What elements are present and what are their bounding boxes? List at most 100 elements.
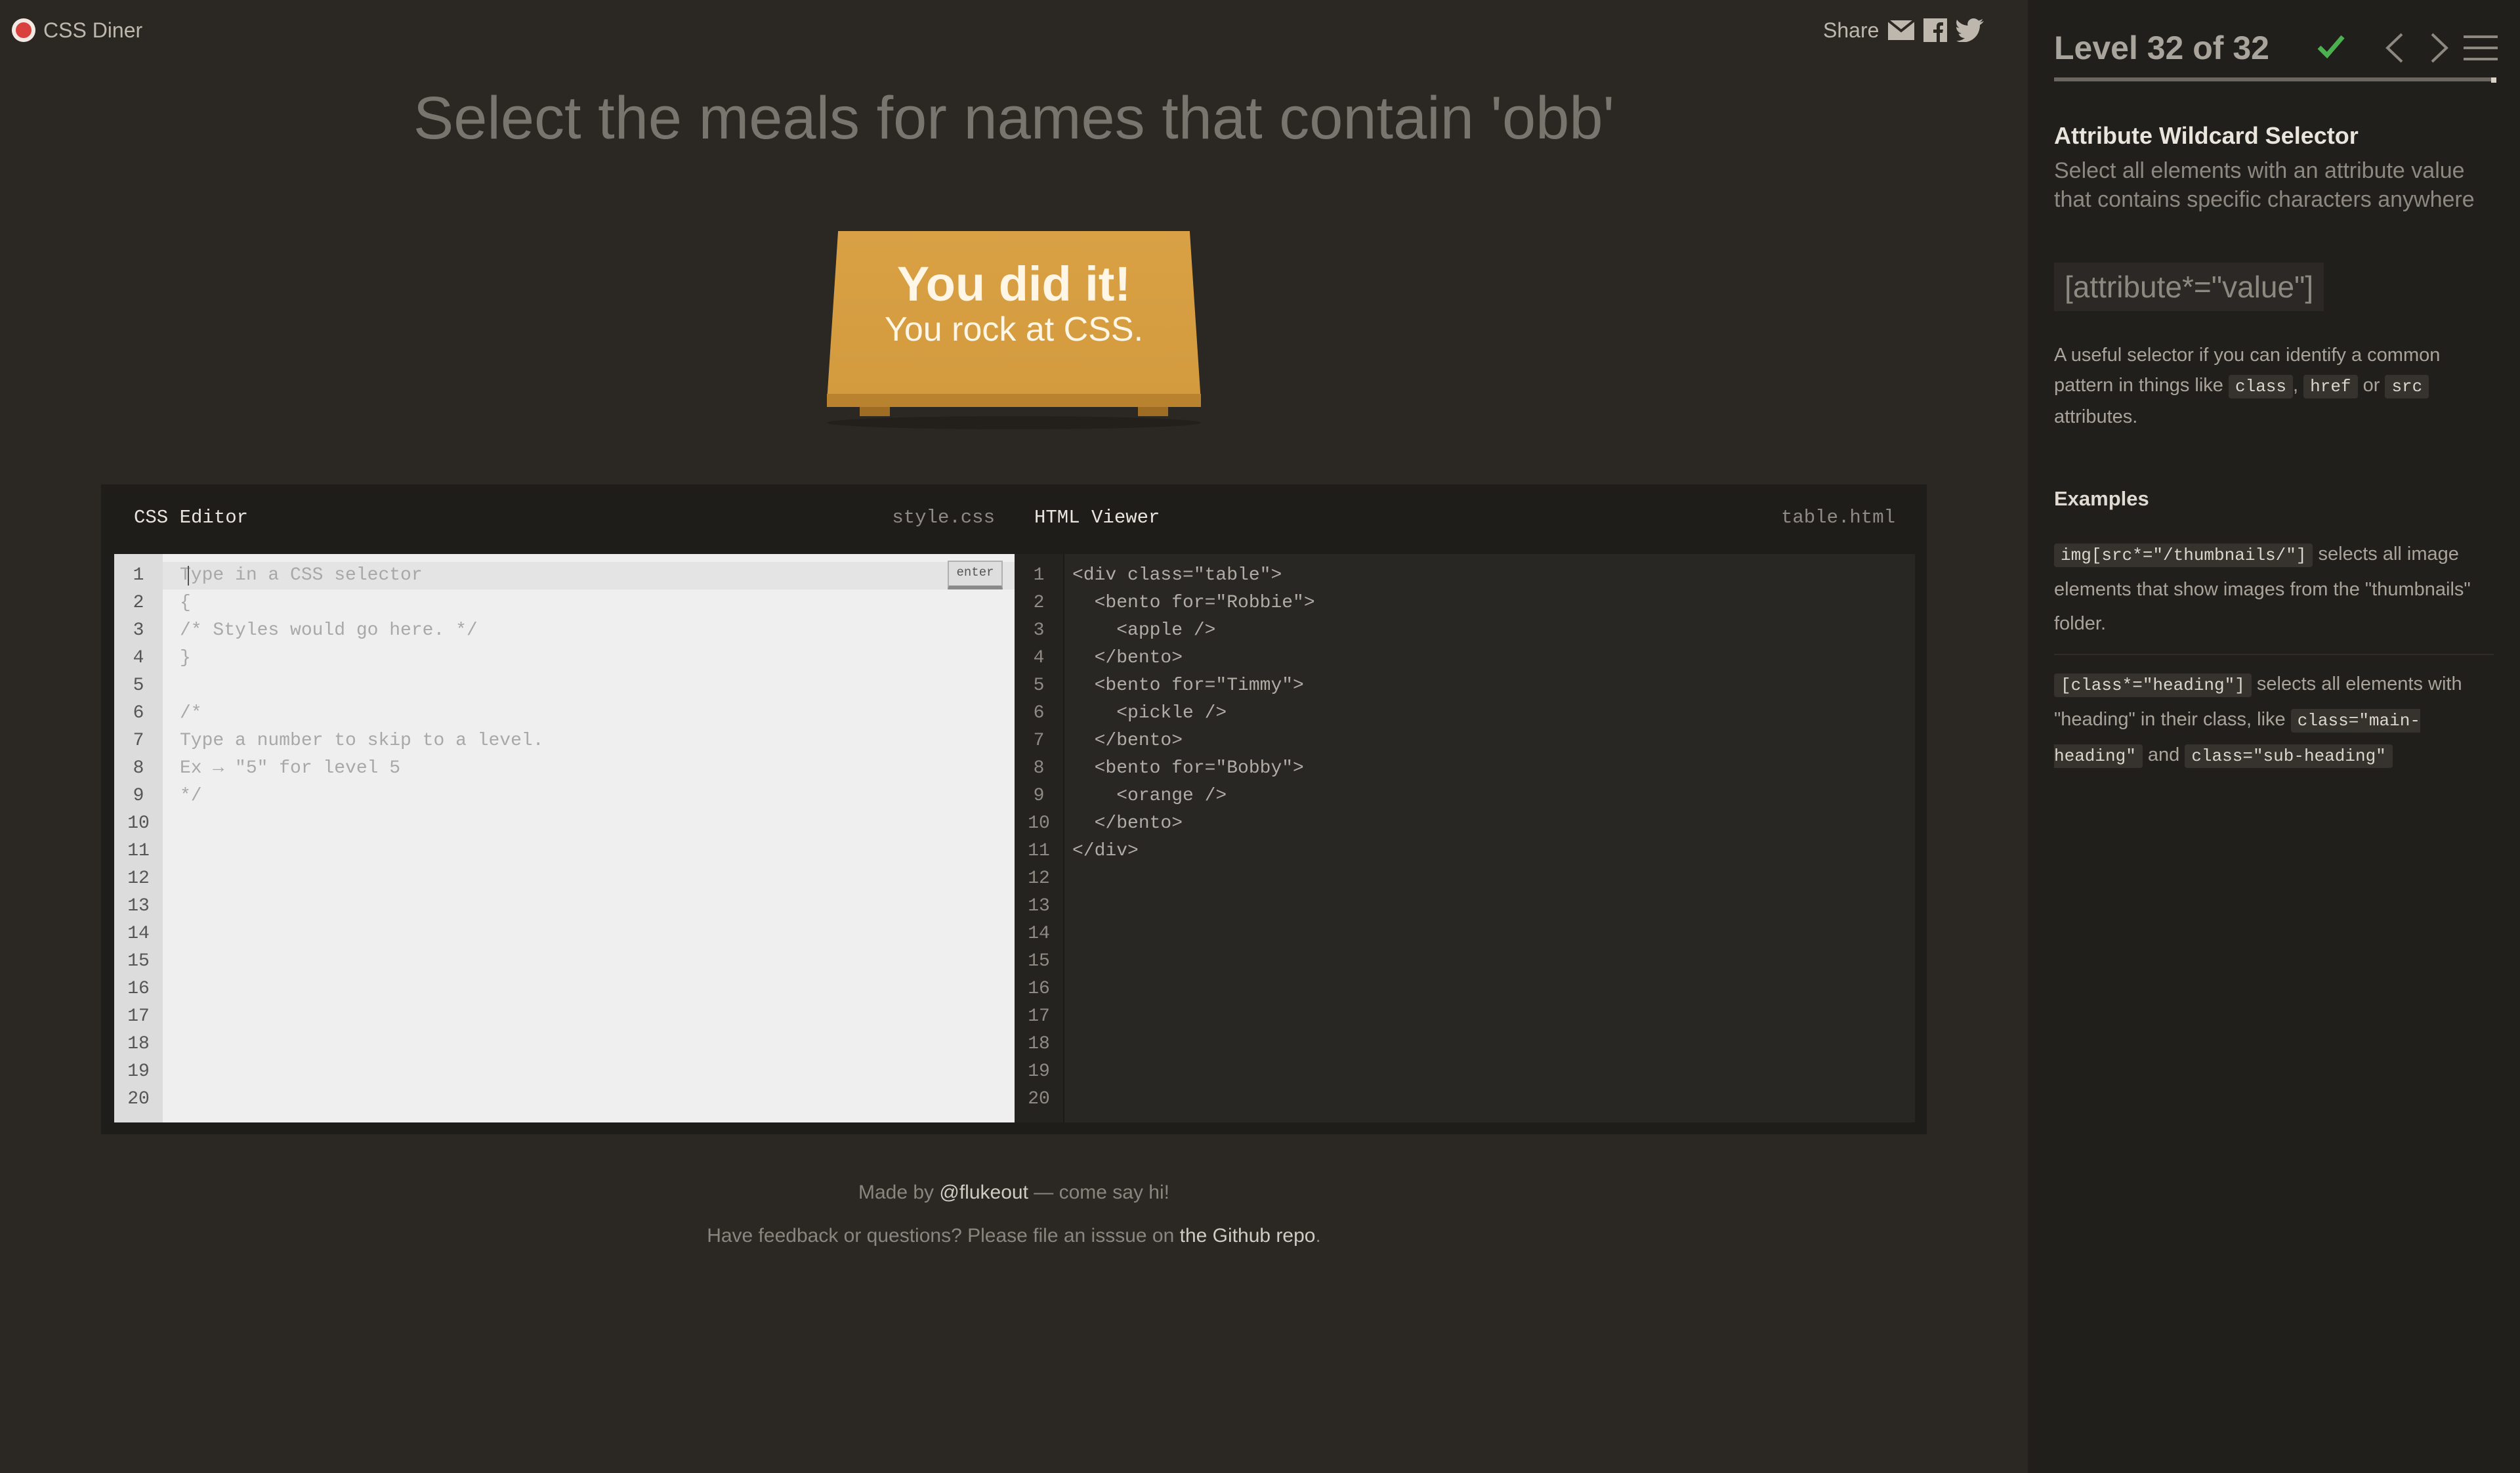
line-number: 9: [133, 786, 144, 806]
code-line: </bento>: [1072, 648, 1183, 668]
line-number: 11: [127, 841, 150, 861]
line-number: 2: [133, 593, 144, 613]
html-viewer-title: HTML Viewer: [1034, 507, 1160, 528]
table-leg: [1138, 407, 1168, 416]
line-number: 17: [127, 1006, 150, 1027]
line-number: 6: [1033, 703, 1045, 723]
github-repo-link[interactable]: the Github repo: [1180, 1225, 1316, 1247]
code-line: </bento>: [1072, 813, 1183, 834]
level-indicator[interactable]: Level 32 of 32: [2054, 29, 2269, 67]
enter-button[interactable]: enter: [948, 561, 1003, 589]
win-message-subtitle: You rock at CSS.: [884, 310, 1144, 349]
help-text: attributes.: [2054, 406, 2138, 427]
line-number: 20: [127, 1089, 150, 1109]
table-leg: [860, 407, 890, 416]
flukeout-link[interactable]: @flukeout: [939, 1182, 1028, 1203]
level-header: Level 32 of 32: [2054, 26, 2498, 72]
code-line: </div>: [1072, 841, 1139, 861]
line-number: 8: [133, 758, 144, 779]
help-text: or: [2357, 375, 2385, 396]
code-chip: [class*="heading"]: [2054, 673, 2252, 697]
code-line: /*: [180, 703, 202, 723]
line-number: 1: [1033, 565, 1045, 586]
line-number: 16: [127, 979, 150, 999]
html-line-gutter: 1 2 3 4 5 6 7 8 9 10 11 12 13 14 15 16 17 18 19 20: [1015, 554, 1064, 1122]
line-number: 10: [127, 813, 150, 834]
line-number: 2: [1033, 593, 1045, 613]
line-number: 13: [1028, 896, 1050, 916]
twitter-icon[interactable]: [1956, 18, 1984, 42]
next-level-icon[interactable]: [2426, 32, 2452, 64]
logo[interactable]: CSS Diner: [12, 16, 142, 45]
code-line: <div class="table">: [1072, 565, 1282, 586]
css-line-gutter: 1 2 3 4 5 6 7 8 9 10 11 12 13 14 15 16 17 18 19 20: [114, 554, 163, 1122]
example-2: [class*="heading"] selects all elements …: [2054, 667, 2494, 773]
share-bar: Share: [1823, 16, 1984, 45]
line-number: 18: [1028, 1034, 1050, 1054]
footer-credit-prefix: Made by: [858, 1182, 940, 1203]
code-line: Type a number to skip to a level.: [180, 731, 544, 751]
footer-feedback-suffix: .: [1315, 1225, 1321, 1247]
selector-help: A useful selector if you can identify a …: [2054, 340, 2494, 432]
logo-icon: [12, 18, 35, 42]
css-editor-pane: CSS Editor style.css 1 2 3 4 5 6 7 8 9 10 11 12 13 14…: [114, 496, 1015, 1122]
previous-level-icon[interactable]: [2382, 32, 2408, 64]
line-number: 10: [1028, 813, 1050, 834]
code-line: {: [180, 593, 191, 613]
code-line: <orange />: [1072, 786, 1227, 806]
line-number: 18: [127, 1034, 150, 1054]
code-line: <pickle />: [1072, 703, 1227, 723]
footer-feedback: Have feedback or questions? Please file …: [0, 1225, 2028, 1247]
win-message-title: You did it!: [896, 257, 1131, 311]
footer-feedback-prefix: Have feedback or questions? Please file …: [707, 1225, 1180, 1247]
help-text: ,: [2293, 375, 2304, 396]
checkmark-icon: [2317, 35, 2345, 59]
css-code: Type in a CSS selector { /* Styles would g…: [180, 562, 1001, 810]
mail-icon[interactable]: [1888, 20, 1915, 40]
bento-table: You did it! You rock at CSS.: [827, 231, 1201, 429]
level-progress-marker: [2491, 77, 2496, 83]
line-number: 12: [1028, 868, 1050, 889]
facebook-icon[interactable]: [1923, 18, 1948, 42]
code-chip: href: [2303, 375, 2358, 398]
css-editor-filename: style.css: [892, 507, 995, 528]
footer-credit: Made by @flukeout — come say hi!: [0, 1182, 2028, 1204]
line-number: 19: [127, 1061, 150, 1082]
divider: [2054, 654, 2494, 655]
css-selector-input[interactable]: Type in a CSS selector: [180, 562, 1001, 589]
css-editor-header: CSS Editor style.css: [114, 496, 1015, 536]
selector-description: Select all elements with an attribute va…: [2054, 158, 2475, 212]
line-number: 7: [133, 731, 144, 751]
code-line: */: [180, 786, 202, 806]
line-number: 7: [1033, 731, 1045, 751]
line-number: 16: [1028, 979, 1050, 999]
line-number: 9: [1033, 786, 1045, 806]
line-number: 19: [1028, 1061, 1050, 1082]
line-number: 15: [1028, 951, 1050, 971]
code-chip: class="sub-heading": [2185, 744, 2393, 768]
footer-credit-suffix: — come say hi!: [1028, 1182, 1169, 1203]
table-shadow: [827, 416, 1201, 429]
code-line: </bento>: [1072, 731, 1183, 751]
html-viewer-body: 1 2 3 4 5 6 7 8 9 10 11 12 13 14 15 16 17 18 19 20 <div cla…: [1015, 554, 1915, 1122]
level-progress-fill: [2054, 77, 2494, 81]
example-1: img[src*="/thumbnails/"] selects all ima…: [2054, 537, 2494, 641]
html-code: <div class="table"> <bento for="Robbie">…: [1072, 562, 1902, 865]
line-number: 4: [133, 648, 144, 668]
css-editor-body[interactable]: 1 2 3 4 5 6 7 8 9 10 11 12 13 14 15 16 17 18 19 20 Type in …: [114, 554, 1015, 1122]
table-edge: [827, 394, 1201, 407]
example-text: and: [2142, 744, 2185, 765]
code-line: <bento for="Bobby">: [1072, 758, 1304, 779]
level-progress-bar: [2054, 77, 2496, 83]
line-number: 15: [127, 951, 150, 971]
css-editor-title: CSS Editor: [134, 507, 249, 528]
menu-icon[interactable]: [2462, 32, 2499, 64]
code-chip: class: [2228, 375, 2293, 398]
code-line: <bento for="Robbie">: [1072, 593, 1315, 613]
line-number: 5: [133, 675, 144, 696]
code-line: }: [180, 648, 191, 668]
line-number: 6: [133, 703, 144, 723]
code-line: /* Styles would go here. */: [180, 620, 478, 641]
line-number: 13: [127, 896, 150, 916]
